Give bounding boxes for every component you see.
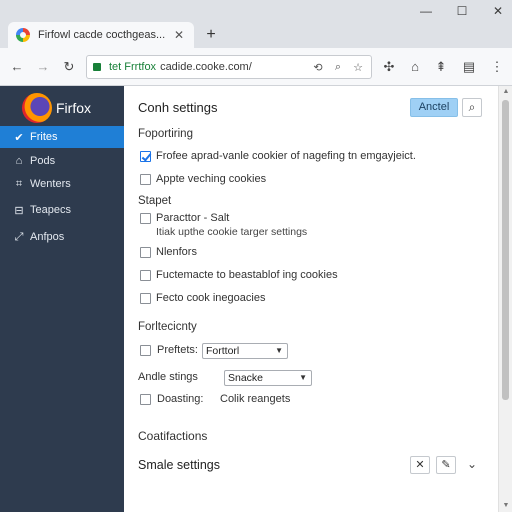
- section-heading-fortleciany: Forltecicnty: [138, 321, 197, 333]
- lock-icon: [93, 63, 101, 71]
- select-value: Forttorl: [206, 345, 240, 357]
- settings-panel: Conh settings Anctel ⌕ Foportiring Frofe…: [124, 86, 498, 512]
- sidebar-item-label: Frites: [30, 131, 58, 143]
- checkbox-reporting-1[interactable]: [140, 151, 151, 162]
- forward-arrow-icon[interactable]: →: [34, 58, 52, 76]
- brand: Firfox: [22, 92, 91, 124]
- tab-close-icon[interactable]: ✕: [172, 28, 186, 42]
- checkbox-stapet-3[interactable]: [140, 270, 151, 281]
- chevron-down-icon[interactable]: ⌄: [464, 456, 480, 474]
- checkbox-reporting-2[interactable]: [140, 174, 151, 185]
- select-value: Snacke: [228, 372, 264, 384]
- checkbox-label: Fuctemacte to beastablof ing cookies: [156, 269, 338, 281]
- back-arrow-icon[interactable]: ←: [8, 58, 26, 76]
- browser-toolbar: ← → ↻ tet Frrtfox cadide.cooke.com/ ⟲ ⌕ …: [0, 48, 512, 86]
- reader-icon[interactable]: ▤: [460, 58, 478, 76]
- document-icon: ⌗: [15, 177, 23, 190]
- scroll-thumb[interactable]: [502, 100, 509, 400]
- smale-settings-label: Smale settings: [138, 458, 220, 472]
- expand-icon: ⤢: [14, 230, 24, 243]
- sidebar-item-teapecs[interactable]: ⊟ Teapecs: [0, 199, 124, 221]
- section-heading-stapet: Stapet: [138, 195, 172, 207]
- vertical-scrollbar[interactable]: ▲ ▼: [498, 86, 512, 512]
- preftets-label: Preftets:: [157, 344, 198, 356]
- url-text[interactable]: cadide.cooke.com/: [160, 61, 305, 73]
- page-title: Conh settings: [138, 100, 218, 115]
- reload-icon[interactable]: ↻: [60, 58, 78, 76]
- checkbox-label: Frofee aprad-vanle cookier of nagefing t…: [156, 150, 416, 162]
- checkbox-label: Fecto cook inegoacies: [156, 292, 266, 304]
- scroll-up-icon[interactable]: ▲: [499, 86, 512, 98]
- sidebar-item-pods[interactable]: ⌂ Pods: [0, 150, 124, 172]
- url-prefix: tet Frrtfox: [109, 61, 157, 73]
- firefox-logo-icon: [22, 93, 52, 123]
- sidebar-item-frites[interactable]: ✔ Frites: [0, 126, 124, 148]
- checkbox-doasting[interactable]: [140, 394, 151, 405]
- section-heading-coatifactions: Coatifactions: [138, 429, 208, 443]
- tab-strip: — ☐ ✕ Firfowl cacde cocthgeas... ✕ +: [0, 0, 512, 48]
- home-icon: ⌂: [15, 155, 23, 167]
- extension-icon[interactable]: ✣: [380, 58, 398, 76]
- chevron-down-icon: ▼: [275, 346, 283, 355]
- checkbox-label: Paracttor - Salt: [156, 212, 230, 224]
- andle-stings-select[interactable]: Snacke ▼: [224, 370, 312, 386]
- chrome-favicon-icon: [16, 28, 30, 42]
- browser-tab[interactable]: Firfowl cacde cocthgeas... ✕: [8, 22, 194, 48]
- doasting-label: Doasting:: [157, 393, 204, 405]
- section-heading-reporting: Foportiring: [138, 128, 193, 140]
- checkbox-label: Appte veching cookies: [156, 173, 267, 185]
- box-icon: ⊟: [14, 204, 24, 217]
- doasting-value: Colik reangets: [220, 393, 291, 405]
- menu-icon[interactable]: ⋮: [488, 58, 506, 76]
- search-icon[interactable]: ⌕: [462, 98, 482, 117]
- maximize-button[interactable]: ☐: [454, 4, 470, 18]
- checkbox-sublabel: Itiak upthe cookie targer settings: [156, 226, 308, 238]
- new-tab-button[interactable]: +: [202, 26, 220, 44]
- check-icon: ✔: [14, 131, 24, 144]
- tab-title: Firfowl cacde cocthgeas...: [38, 29, 166, 41]
- andle-stings-label: Andle stings: [138, 371, 198, 383]
- home-icon[interactable]: ⌂: [406, 58, 424, 76]
- checkbox-preftets[interactable]: [140, 345, 151, 356]
- sidebar-item-label: Anfpos: [30, 231, 65, 243]
- scroll-down-icon[interactable]: ▼: [499, 500, 512, 512]
- sidebar-item-wenters[interactable]: ⌗ Wenters: [0, 173, 124, 195]
- checkbox-stapet-4[interactable]: [140, 293, 151, 304]
- edit-icon[interactable]: ✎: [436, 456, 456, 474]
- primary-button[interactable]: Anctel: [410, 98, 458, 117]
- translate-icon[interactable]: ⟲: [311, 61, 325, 74]
- checkbox-label: Nlenfors: [156, 246, 197, 258]
- preftets-select[interactable]: Forttorl ▼: [202, 343, 288, 359]
- sidebar-item-anfpos[interactable]: ⤢ Anfpos: [0, 226, 124, 248]
- brand-name: Firfox: [56, 100, 91, 116]
- search-icon[interactable]: ⌕: [331, 61, 345, 74]
- sidebar-item-label: Wenters: [30, 178, 71, 190]
- chevron-down-icon: ▼: [299, 373, 307, 382]
- bookmark-star-icon[interactable]: ☆: [351, 61, 365, 74]
- close-window-button[interactable]: ✕: [490, 4, 506, 18]
- sidebar-item-label: Teapecs: [30, 204, 71, 216]
- address-bar[interactable]: tet Frrtfox cadide.cooke.com/ ⟲ ⌕ ☆: [86, 55, 372, 79]
- pin-icon[interactable]: ⇞: [432, 58, 450, 76]
- sidebar-item-label: Pods: [30, 155, 56, 167]
- sidebar: Firfox ✔ Frites ⌂ Pods ⌗ Wenters ⊟ Teape…: [0, 86, 124, 512]
- minimize-button[interactable]: —: [418, 4, 434, 18]
- close-icon[interactable]: ✕: [410, 456, 430, 474]
- checkbox-stapet-2[interactable]: [140, 247, 151, 258]
- checkbox-stapet-1[interactable]: [140, 213, 151, 224]
